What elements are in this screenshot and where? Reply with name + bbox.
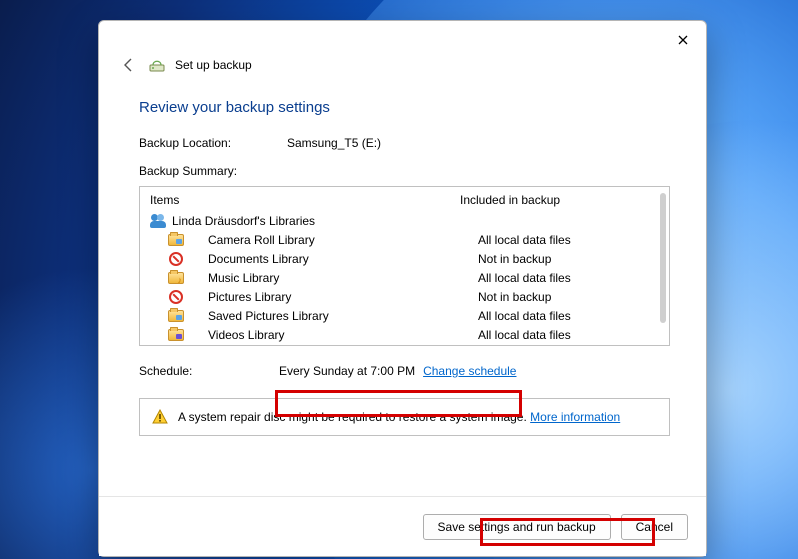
repair-disc-info: A system repair disc might be required t… bbox=[139, 398, 670, 436]
summary-list: Items Included in backup Linda Dräusdorf… bbox=[139, 186, 670, 346]
backup-wizard-dialog: Set up backup Review your backup setting… bbox=[98, 20, 707, 557]
more-information-link[interactable]: More information bbox=[530, 410, 620, 424]
summary-row-name: Videos Library bbox=[190, 328, 478, 342]
excluded-icon bbox=[168, 251, 184, 267]
summary-row-inc: All local data files bbox=[478, 309, 659, 323]
backup-location-row: Backup Location: Samsung_T5 (E:) bbox=[139, 136, 670, 150]
close-icon bbox=[678, 35, 688, 45]
summary-row-inc: All local data files bbox=[478, 233, 659, 247]
summary-root-name: Linda Dräusdorf's Libraries bbox=[172, 214, 460, 228]
col-included-header: Included in backup bbox=[460, 193, 659, 207]
summary-row-name: Camera Roll Library bbox=[190, 233, 478, 247]
save-and-run-button[interactable]: Save settings and run backup bbox=[423, 514, 611, 540]
wizard-title: Set up backup bbox=[175, 58, 252, 72]
summary-root-row[interactable]: Linda Dräusdorf's Libraries bbox=[150, 211, 659, 230]
summary-row-inc: All local data files bbox=[478, 271, 659, 285]
summary-row[interactable]: Videos Library All local data files bbox=[150, 325, 659, 344]
music-library-icon bbox=[168, 270, 184, 286]
schedule-row: Schedule: Every Sunday at 7:00 PM Change… bbox=[139, 364, 670, 378]
summary-row-name: Music Library bbox=[190, 271, 478, 285]
cancel-button[interactable]: Cancel bbox=[621, 514, 688, 540]
summary-row[interactable]: Music Library All local data files bbox=[150, 268, 659, 287]
change-schedule-link[interactable]: Change schedule bbox=[423, 364, 516, 378]
titlebar bbox=[99, 21, 706, 55]
summary-row[interactable]: Saved Pictures Library All local data fi… bbox=[150, 306, 659, 325]
summary-columns: Items Included in backup bbox=[140, 187, 669, 211]
close-button[interactable] bbox=[668, 27, 698, 53]
col-items-header: Items bbox=[150, 193, 460, 207]
video-library-icon bbox=[168, 327, 184, 343]
summary-row-inc: Not in backup bbox=[478, 252, 659, 266]
schedule-value: Every Sunday at 7:00 PM bbox=[279, 364, 415, 378]
backup-location-value: Samsung_T5 (E:) bbox=[287, 136, 381, 150]
camera-library-icon bbox=[168, 308, 184, 324]
backup-location-label: Backup Location: bbox=[139, 136, 279, 150]
summary-rows: Linda Dräusdorf's Libraries Camera Roll … bbox=[140, 211, 669, 345]
backup-summary-label: Backup Summary: bbox=[139, 164, 670, 178]
warning-icon bbox=[152, 409, 168, 425]
summary-row-name: Saved Pictures Library bbox=[190, 309, 478, 323]
summary-row[interactable]: Camera Roll Library All local data files bbox=[150, 230, 659, 249]
wizard-header: Set up backup bbox=[99, 55, 706, 81]
schedule-label: Schedule: bbox=[139, 364, 279, 378]
backup-drive-icon bbox=[149, 57, 165, 73]
page-heading: Review your backup settings bbox=[139, 99, 670, 116]
summary-row-name: Pictures Library bbox=[190, 290, 478, 304]
summary-row[interactable]: Documents Library Not in backup bbox=[150, 249, 659, 268]
dialog-footer: Save settings and run backup Cancel bbox=[99, 496, 706, 556]
summary-row-inc: Not in backup bbox=[478, 290, 659, 304]
back-button[interactable] bbox=[119, 55, 139, 75]
summary-row[interactable]: Pictures Library Not in backup bbox=[150, 287, 659, 306]
summary-row-inc: All local data files bbox=[478, 328, 659, 342]
back-arrow-icon bbox=[121, 57, 137, 73]
camera-library-icon bbox=[168, 232, 184, 248]
excluded-icon bbox=[168, 289, 184, 305]
summary-row-name: Documents Library bbox=[190, 252, 478, 266]
wizard-body: Review your backup settings Backup Locat… bbox=[99, 81, 706, 496]
repair-disc-text: A system repair disc might be required t… bbox=[178, 410, 620, 424]
users-icon bbox=[150, 213, 166, 229]
summary-scrollbar[interactable] bbox=[660, 193, 666, 323]
